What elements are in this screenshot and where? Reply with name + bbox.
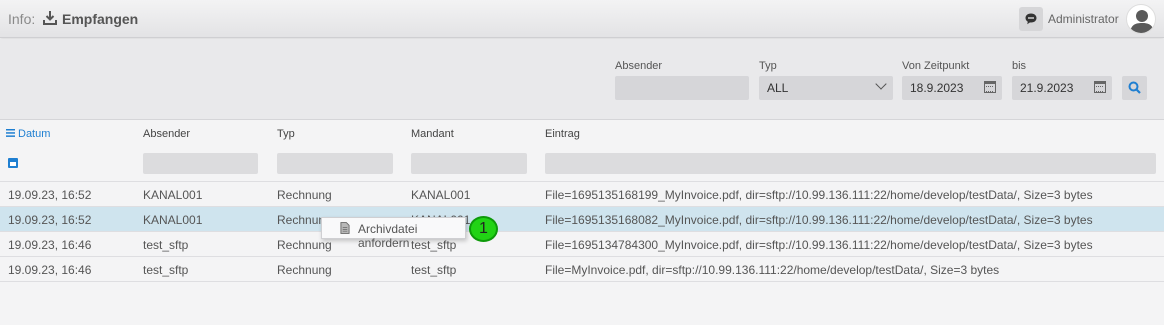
context-menu: Archivdatei anfordern (321, 217, 466, 250)
page-title: Empfangen (62, 11, 139, 27)
table-row[interactable]: 19.09.23, 16:46 test_sftp Rechnung test_… (0, 231, 1164, 256)
column-header-mandant[interactable]: Mandant (411, 128, 454, 140)
cell-typ: Rechnung (277, 263, 332, 277)
type-filter-select[interactable]: ALL (759, 76, 893, 100)
from-date-value: 18.9.2023 (910, 81, 964, 95)
type-filter-label: Typ (759, 60, 777, 72)
column-header-eintrag[interactable]: Eintrag (545, 128, 580, 140)
sender-filter-input[interactable] (615, 76, 749, 100)
type-filter-value: ALL (767, 81, 789, 95)
cell-absender: test_sftp (143, 238, 189, 252)
cell-absender: KANAL001 (143, 213, 203, 227)
calendar-icon[interactable] (1094, 81, 1106, 93)
cell-mandant: KANAL001 (411, 188, 471, 202)
chat-button[interactable] (1019, 7, 1043, 31)
avatar[interactable] (1126, 4, 1156, 34)
cell-datum: 19.09.23, 16:46 (8, 238, 92, 252)
chat-icon (1025, 13, 1037, 25)
cell-typ: Rechnung (277, 238, 332, 252)
typ-column-filter[interactable] (277, 153, 393, 174)
sort-menu-icon[interactable] (6, 129, 15, 137)
column-header-datum[interactable]: Datum (18, 128, 50, 140)
table-header: Datum Absender Typ Mandant Eintrag (0, 121, 1164, 146)
filter-panel: Absender Typ ALL Von Zeitpunkt 18.9.2023… (0, 39, 1164, 120)
cell-eintrag: File=1695134784300_MyInvoice.pdf, dir=sf… (545, 238, 1093, 252)
from-date-label: Von Zeitpunkt (902, 60, 970, 72)
from-date-input[interactable]: 18.9.2023 (902, 76, 1002, 100)
context-menu-item-request-archive[interactable]: Archivdatei anfordern (322, 218, 465, 250)
cell-absender: test_sftp (143, 263, 189, 277)
download-icon (43, 11, 57, 25)
cell-eintrag: File=1695135168199_MyInvoice.pdf, dir=sf… (545, 188, 1093, 202)
step-callout-badge: 1 (469, 216, 498, 242)
column-header-typ[interactable]: Typ (277, 128, 295, 140)
cell-absender: KANAL001 (143, 188, 203, 202)
user-name[interactable]: Administrator (1048, 12, 1119, 26)
absender-column-filter[interactable] (143, 153, 258, 174)
document-icon (340, 222, 350, 234)
to-date-label: bis (1012, 60, 1027, 72)
cell-datum: 19.09.23, 16:52 (8, 188, 92, 202)
cell-mandant: test_sftp (411, 263, 457, 277)
user-icon (1130, 10, 1154, 33)
sender-filter-label: Absender (615, 60, 663, 72)
calendar-icon[interactable] (8, 158, 18, 168)
info-label: Info: (8, 11, 36, 27)
column-header-absender[interactable]: Absender (143, 128, 190, 140)
search-icon (1128, 81, 1141, 94)
cell-eintrag: File=MyInvoice.pdf, dir=sftp://10.99.136… (545, 263, 1000, 277)
to-date-input[interactable]: 21.9.2023 (1012, 76, 1112, 100)
chevron-down-icon (875, 78, 887, 90)
mandant-column-filter[interactable] (411, 153, 527, 174)
calendar-icon[interactable] (984, 81, 996, 93)
eintrag-column-filter[interactable] (545, 153, 1156, 174)
top-bar: Info: Empfangen Administrator (0, 0, 1164, 38)
to-date-value: 21.9.2023 (1020, 81, 1074, 95)
cell-eintrag: File=1695135168082_MyInvoice.pdf, dir=sf… (545, 213, 1093, 227)
table-row[interactable]: 19.09.23, 16:52 KANAL001 Rechnung KANAL0… (0, 181, 1164, 206)
cell-datum: 19.09.23, 16:52 (8, 213, 92, 227)
cell-typ: Rechnung (277, 188, 332, 202)
table-row[interactable]: 19.09.23, 16:46 test_sftp Rechnung test_… (0, 256, 1164, 281)
table-row-selected[interactable]: 19.09.23, 16:52 KANAL001 Rechnung KANAL0… (0, 206, 1164, 231)
column-filter-row (0, 146, 1164, 181)
cell-datum: 19.09.23, 16:46 (8, 263, 92, 277)
search-button[interactable] (1122, 76, 1147, 100)
context-menu-item-label: Archivdatei anfordern (358, 222, 418, 250)
table-bottom-divider (0, 281, 1164, 282)
